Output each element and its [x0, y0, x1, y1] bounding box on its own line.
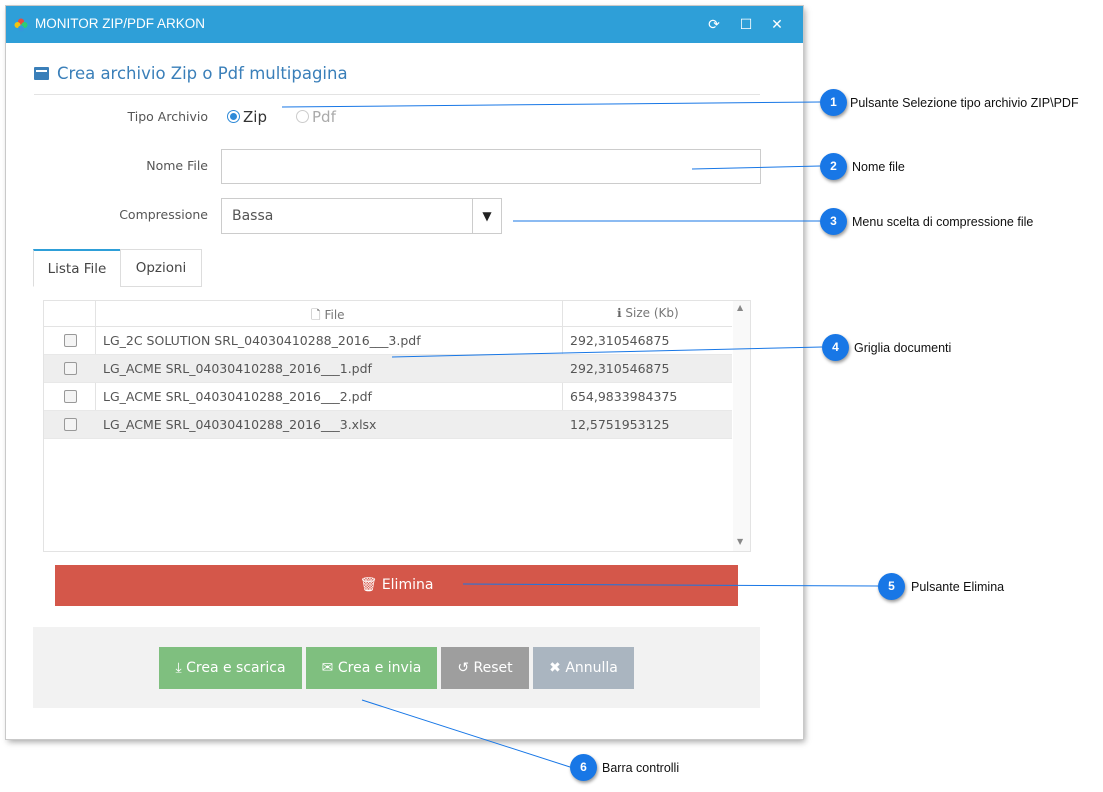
callout-text-6: Barra controlli: [602, 761, 680, 775]
callout-line-6: [361, 699, 571, 768]
callout-text-3: Menu scelta di compressione file: [852, 215, 1034, 229]
callout-text-1: Pulsante Selezione tipo archivio ZIP\PDF: [850, 96, 1079, 110]
callout-lines: [281, 101, 879, 768]
callout-line-1: [281, 101, 821, 108]
callout-badge-5: 5: [878, 573, 905, 600]
callout-line-5: [462, 583, 879, 587]
callout-badge-2: 2: [820, 153, 847, 180]
callout-text-4: Griglia documenti: [854, 341, 952, 355]
callout-badge-6: 6: [570, 754, 597, 781]
callout-text-5: Pulsante Elimina: [911, 580, 1005, 594]
callout-badge-4: 4: [822, 334, 849, 361]
callout-badge-3: 3: [820, 208, 847, 235]
callout-line-2: [691, 165, 821, 170]
callout-line-4: [391, 346, 823, 358]
callout-text-2: Nome file: [852, 160, 905, 174]
callout-badge-1: 1: [820, 89, 847, 116]
